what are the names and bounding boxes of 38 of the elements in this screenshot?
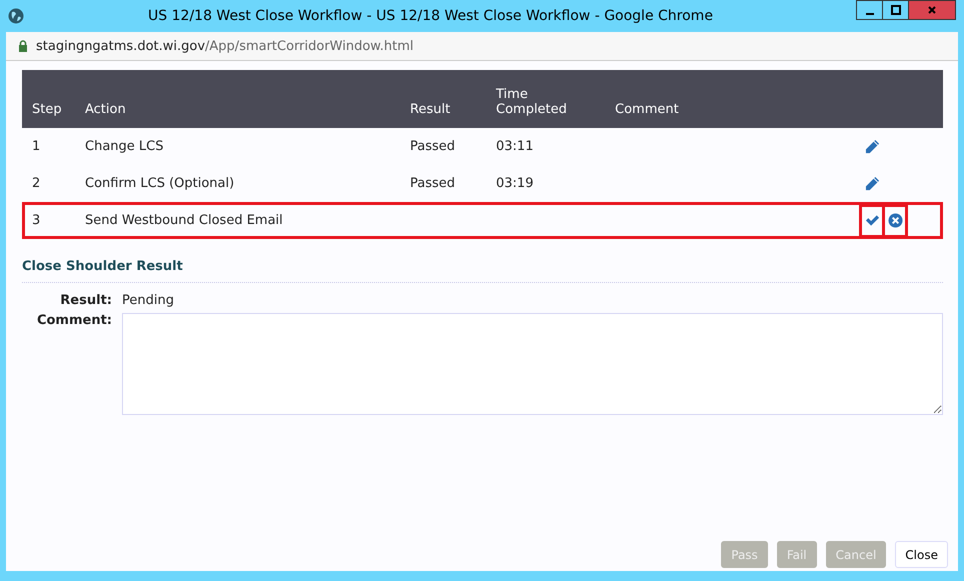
maximize-button[interactable] [882, 0, 909, 20]
section-title: Close Shoulder Result [22, 259, 184, 274]
result-label: Result: [59, 293, 112, 308]
column-header: Time Completed [496, 70, 615, 128]
column-header: Comment [615, 70, 865, 128]
check-icon [864, 213, 880, 228]
table-cell: Passed [410, 139, 456, 154]
confirm-button[interactable] [859, 204, 885, 238]
cancel-button[interactable] [882, 204, 908, 238]
url-text: stagingngatms.dot.wi.gov/App/smartCorridorWindow.html [36, 38, 414, 54]
result-value: Pending [122, 293, 175, 308]
table-cell: Change LCS [85, 128, 410, 165]
table-cell: 2 [22, 165, 85, 202]
column-header: Result [410, 70, 496, 128]
address-bar[interactable]: stagingngatms.dot.wi.gov/App/smartCorridorWindow.html [6, 32, 958, 61]
column-header: Step [22, 70, 85, 128]
table-cell: Confirm LCS (Optional) [85, 165, 410, 202]
dialog-button[interactable]: Close [895, 541, 948, 568]
table-cell: Passed [410, 176, 456, 191]
table-cell: Send Westbound Closed Email [85, 202, 410, 239]
comment-label: Comment: [36, 313, 112, 330]
pencil-icon [865, 139, 880, 154]
close-circle-icon [888, 213, 902, 228]
pencil-icon [865, 176, 880, 191]
lock-icon [18, 40, 28, 52]
close-button[interactable] [908, 0, 956, 20]
window-title: US 12/18 West Close Workflow - US 12/18 West Close Workflow - Google Chrome [147, 8, 714, 24]
comment-field[interactable] [122, 313, 943, 415]
table-cell: 03:19 [496, 176, 534, 191]
maximize-icon [890, 4, 902, 16]
column-header: Action [85, 70, 410, 128]
minimize-button[interactable] [856, 0, 883, 20]
table-cell: 1 [22, 128, 85, 165]
table-cell: 3 [22, 202, 85, 239]
globe-icon [8, 8, 24, 24]
table-cell: 03:11 [496, 139, 534, 154]
close-icon [926, 4, 938, 16]
minimize-icon [866, 13, 874, 15]
